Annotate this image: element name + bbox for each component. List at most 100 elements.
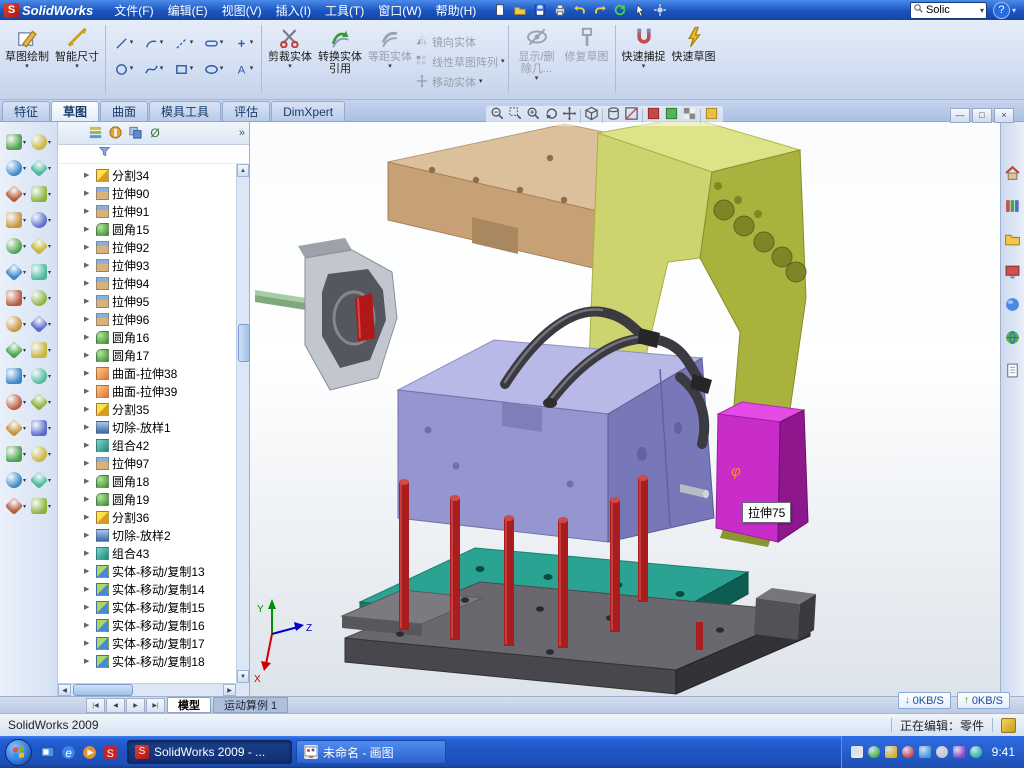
dropdown-arrow-icon[interactable]: ▾	[23, 139, 26, 146]
left-toolbar-button[interactable]: ▾	[31, 134, 51, 150]
text-tool-button[interactable]: A▾	[229, 57, 258, 81]
expand-arrow-icon[interactable]: ▶	[84, 657, 93, 665]
feature-tree-item[interactable]: ▶圆角19	[58, 490, 236, 508]
expand-arrow-icon[interactable]: ▶	[84, 459, 93, 467]
dropdown-arrow-icon[interactable]: ▾	[23, 347, 26, 354]
dropdown-arrow-icon[interactable]: ▾	[48, 477, 51, 484]
expand-arrow-icon[interactable]: ▶	[84, 639, 93, 647]
dropdown-arrow-icon[interactable]: ▾	[23, 191, 26, 198]
left-toolbar-button[interactable]: ▾	[31, 368, 51, 384]
menu-item-1[interactable]: 文件(F)	[107, 1, 160, 20]
expand-arrow-icon[interactable]: ▶	[84, 315, 93, 323]
left-toolbar-button[interactable]: ▾	[31, 472, 51, 488]
left-toolbar-button[interactable]: ▾	[6, 290, 26, 306]
dropdown-arrow-icon[interactable]: ▾	[23, 269, 26, 276]
doc-close-button[interactable]: ×	[994, 108, 1014, 123]
apply-scene-red-icon[interactable]	[646, 106, 661, 126]
dropdown-arrow-icon[interactable]: ▾	[220, 39, 224, 47]
feature-tree-item[interactable]: ▶圆角17	[58, 346, 236, 364]
left-toolbar-button[interactable]: ▾	[31, 264, 51, 280]
dropdown-arrow-icon[interactable]: ▾	[48, 165, 51, 172]
print-icon[interactable]	[551, 2, 569, 18]
upload-speed-badge[interactable]: ↑ 0KB/S	[957, 692, 1010, 709]
left-toolbar-button[interactable]: ▾	[31, 420, 51, 436]
left-toolbar-button[interactable]: ▾	[31, 186, 51, 202]
dropdown-arrow-icon[interactable]: ▾	[23, 243, 26, 250]
taskbar-button-solidworks[interactable]: S SolidWorks 2009 - ...	[127, 740, 292, 764]
display-style-icon[interactable]	[606, 106, 621, 126]
tab-5[interactable]: 评估	[222, 101, 270, 121]
scroll-up-button[interactable]: ▲	[237, 164, 249, 177]
dropdown-arrow-icon[interactable]: ▾	[130, 65, 134, 73]
dropdown-arrow-icon[interactable]: ▾	[23, 373, 26, 380]
menu-item-6[interactable]: 窗口(W)	[371, 1, 428, 20]
redo-icon[interactable]	[591, 2, 609, 18]
dropdown-arrow-icon[interactable]: ▾	[75, 63, 79, 71]
dropdown-arrow-icon[interactable]: ▾	[23, 503, 26, 510]
left-toolbar-button[interactable]: ▾	[31, 238, 51, 254]
expand-arrow-icon[interactable]: ▶	[84, 441, 93, 449]
dropdown-arrow-icon[interactable]: ▾	[23, 477, 26, 484]
dropdown-arrow-icon[interactable]: ▾	[48, 243, 51, 250]
tab-3[interactable]: 曲面	[100, 101, 148, 121]
dropdown-arrow-icon[interactable]: ▾	[642, 63, 646, 71]
dropdown-arrow-icon[interactable]: ▾	[288, 63, 292, 71]
document-tab-1[interactable]: 模型	[167, 697, 211, 713]
tree-vertical-scrollbar[interactable]: ▲ ▼	[236, 164, 249, 683]
dimxpert-manager-tab[interactable]: Ø	[148, 125, 164, 141]
circle-tool-button[interactable]: ▾	[109, 57, 138, 81]
search-box[interactable]: ▾	[910, 2, 987, 19]
menu-item-3[interactable]: 视图(V)	[215, 1, 269, 20]
model-base-plate[interactable]	[342, 582, 816, 694]
dropdown-arrow-icon[interactable]: ▾	[501, 58, 505, 66]
expand-arrow-icon[interactable]: ▶	[84, 171, 93, 179]
feature-tree-item[interactable]: ▶切除-放样1	[58, 418, 236, 436]
expand-arrow-icon[interactable]: ▶	[84, 225, 93, 233]
show-desktop-icon[interactable]	[39, 744, 56, 761]
feature-tree-item[interactable]: ▶圆角16	[58, 328, 236, 346]
left-toolbar-button[interactable]: ▾	[6, 238, 26, 254]
dropdown-arrow-icon[interactable]: ▾	[23, 217, 26, 224]
feature-tree-item[interactable]: ▶实体-移动/复制15	[58, 598, 236, 616]
model-base-block[interactable]	[754, 588, 816, 640]
feature-tree-item[interactable]: ▶拉伸97	[58, 454, 236, 472]
tray-icon-2[interactable]	[868, 746, 880, 758]
open-icon[interactable]	[511, 2, 529, 18]
menu-item-7[interactable]: 帮助(H)	[429, 1, 484, 20]
feature-tree-item[interactable]: ▶实体-移动/复制13	[58, 562, 236, 580]
rectangle-tool-button[interactable]: ▾	[169, 57, 198, 81]
ribbon-button-smartdim[interactable]: 智能尺寸▾	[52, 23, 102, 95]
feature-manager-tab[interactable]	[88, 125, 104, 141]
left-toolbar-button[interactable]: ▾	[31, 160, 51, 176]
dropdown-arrow-icon[interactable]: ▾	[535, 75, 539, 83]
horizontal-scroll-thumb[interactable]	[73, 684, 133, 696]
tray-icon-6[interactable]	[936, 746, 948, 758]
feature-tree-item[interactable]: ▶实体-移动/复制14	[58, 580, 236, 598]
ribbon-button-showdel[interactable]: 显示/删除几...▾	[512, 23, 562, 95]
vcr-next-button[interactable]: ▶	[126, 698, 145, 713]
dropdown-arrow-icon[interactable]: ▾	[160, 39, 164, 47]
tree-horizontal-scrollbar[interactable]: ◀ ▶	[58, 683, 236, 696]
ribbon-button-pattern[interactable]: 线性草图阵列▾	[415, 53, 505, 71]
select-cursor-icon[interactable]	[631, 2, 649, 18]
arc-tool-button[interactable]: ▾	[139, 31, 168, 55]
dropdown-arrow-icon[interactable]: ▾	[48, 399, 51, 406]
point-tool-button[interactable]: ▾	[229, 31, 258, 55]
expand-arrow-icon[interactable]: ▶	[84, 621, 93, 629]
search-input[interactable]	[926, 4, 978, 17]
dropdown-arrow-icon[interactable]: ▾	[48, 217, 51, 224]
dropdown-arrow-icon[interactable]: ▾	[190, 65, 194, 73]
expand-arrow-icon[interactable]: ▶	[84, 513, 93, 521]
zoom-in-out-icon[interactable]	[526, 106, 541, 126]
standard-views-icon[interactable]	[584, 106, 599, 126]
ribbon-button-snap[interactable]: 快速捕捉▾	[619, 23, 669, 95]
tray-icon-4[interactable]	[902, 746, 914, 758]
feature-tree-item[interactable]: ▶圆角15	[58, 220, 236, 238]
centerline-tool-button[interactable]: ▾	[169, 31, 198, 55]
design-library-icon[interactable]	[1004, 197, 1021, 219]
left-toolbar-button[interactable]: ▾	[6, 134, 26, 150]
ribbon-button-repair[interactable]: 修复草图	[562, 23, 612, 95]
ribbon-button-move[interactable]: 移动实体▾	[415, 73, 505, 91]
left-toolbar-button[interactable]: ▾	[6, 342, 26, 358]
dropdown-arrow-icon[interactable]: ▾	[48, 451, 51, 458]
